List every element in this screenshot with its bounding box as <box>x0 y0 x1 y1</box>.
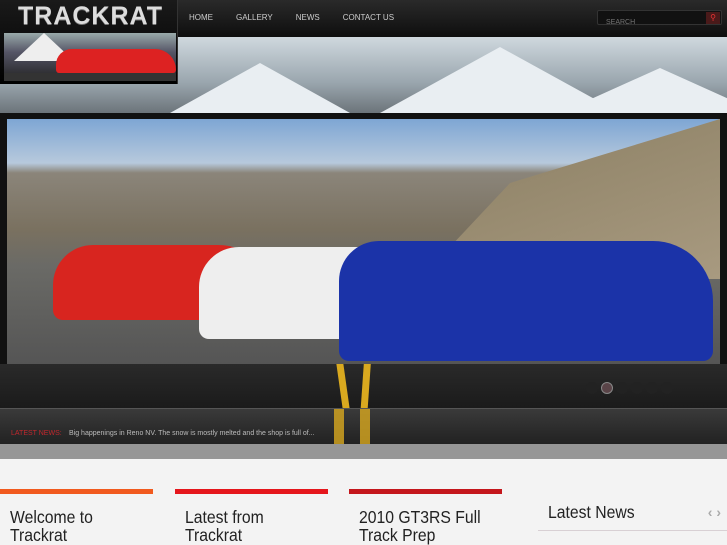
search-input[interactable] <box>598 16 698 29</box>
logo-car-image <box>4 33 176 81</box>
blue-car <box>339 241 713 361</box>
ticker-text[interactable]: Big happenings in Reno NV. The snow is m… <box>69 430 315 437</box>
nav-gallery[interactable]: GALLERY <box>236 13 273 22</box>
hero-photo[interactable] <box>7 119 720 364</box>
column-latest: Latest from Trackrat <box>175 489 328 544</box>
column-accent-bar <box>0 489 153 494</box>
column-accent-bar <box>349 489 502 494</box>
slider-dot[interactable] <box>616 382 628 394</box>
slider-dot[interactable] <box>631 382 643 394</box>
slider-dot[interactable] <box>646 382 658 394</box>
slider-dot[interactable] <box>661 382 673 394</box>
latest-news-title: Latest News <box>548 502 635 522</box>
search-icon[interactable]: ⚲ <box>706 12 720 24</box>
column-welcome: Welcome to Trackrat <box>0 489 153 544</box>
divider <box>0 444 727 459</box>
column-title: Latest from Trackrat <box>185 507 264 545</box>
nav-home[interactable]: HOME <box>189 13 213 22</box>
column-gt3rs: 2010 GT3RS Full Track Prep <box>349 489 502 544</box>
ticker-label: LATEST NEWS: <box>11 430 62 437</box>
main-nav: HOME GALLERY NEWS CONTACT US <box>189 13 394 22</box>
logo: TRACKRAT <box>18 2 164 30</box>
chevron-left-icon[interactable]: ‹ <box>708 504 713 520</box>
nav-news[interactable]: NEWS <box>296 13 320 22</box>
chevron-right-icon[interactable]: › <box>716 504 721 520</box>
logo-box[interactable]: TRACKRAT <box>0 0 178 84</box>
slider-dot-active[interactable] <box>601 382 613 394</box>
column-title: Welcome to Trackrat <box>10 507 93 545</box>
search-box: ⚲ <box>597 10 722 29</box>
latest-news-panel: Latest News ‹ › <box>538 502 727 531</box>
slider-dot[interactable] <box>586 382 598 394</box>
column-title: 2010 GT3RS Full Track Prep <box>359 507 481 545</box>
nav-contact[interactable]: CONTACT US <box>343 13 394 22</box>
column-accent-bar <box>175 489 328 494</box>
slider-dots <box>586 382 673 394</box>
